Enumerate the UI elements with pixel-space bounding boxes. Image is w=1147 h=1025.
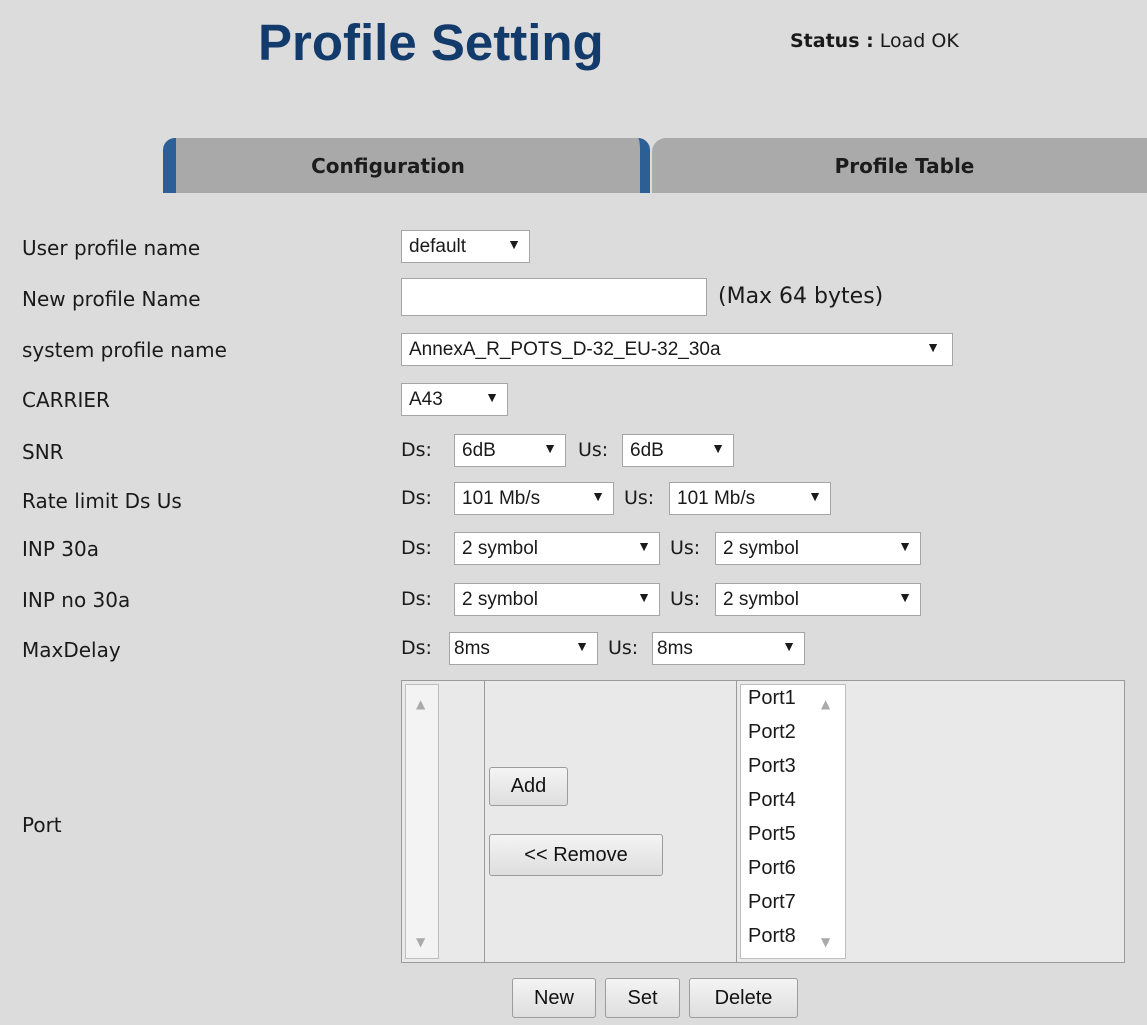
list-item[interactable]: Port7 xyxy=(748,891,796,914)
carrier-value: A43 xyxy=(409,388,443,410)
chevron-down-icon: ▼ xyxy=(898,538,912,554)
delete-button[interactable]: Delete xyxy=(689,978,798,1018)
inp-30a-label: INP 30a xyxy=(22,537,99,561)
list-item[interactable]: Port2 xyxy=(748,721,796,744)
set-button[interactable]: Set xyxy=(605,978,680,1018)
user-profile-select[interactable]: default ▼ xyxy=(401,230,530,263)
system-profile-select[interactable]: AnnexA_R_POTS_D-32_EU-32_30a ▼ xyxy=(401,333,953,366)
list-item[interactable]: Port8 xyxy=(748,925,796,948)
inp30a-us-label: Us: xyxy=(670,537,701,559)
delay-us-select[interactable]: 8ms ▼ xyxy=(652,632,805,665)
snr-us-select[interactable]: 6dB ▼ xyxy=(622,434,734,467)
tab-configuration-label: Configuration xyxy=(311,153,465,178)
carrier-select[interactable]: A43 ▼ xyxy=(401,383,508,416)
tab-profile-table-label: Profile Table xyxy=(834,153,975,178)
chevron-down-icon: ▼ xyxy=(782,638,796,654)
available-ports-list[interactable]: ▲ ▼ xyxy=(405,684,439,959)
chevron-down-icon: ▼ xyxy=(926,339,940,355)
carrier-label: CARRIER xyxy=(22,388,110,412)
chevron-down-icon: ▼ xyxy=(711,440,725,456)
inpno30a-us-label: Us: xyxy=(670,588,701,610)
inpno30a-ds-label: Ds: xyxy=(401,588,432,610)
snr-ds-select[interactable]: 6dB ▼ xyxy=(454,434,566,467)
new-button[interactable]: New xyxy=(512,978,596,1018)
delay-us-value: 8ms xyxy=(657,637,693,659)
rate-limit-label: Rate limit Ds Us xyxy=(22,489,182,513)
list-item[interactable]: Port3 xyxy=(748,755,796,778)
chevron-down-icon: ▼ xyxy=(898,589,912,605)
list-item[interactable]: Port4 xyxy=(748,789,796,812)
delay-ds-value: 8ms xyxy=(454,637,490,659)
delay-us-label: Us: xyxy=(608,637,639,659)
inp30a-us-value: 2 symbol xyxy=(723,537,800,559)
inp30a-ds-value: 2 symbol xyxy=(462,537,539,559)
system-profile-value: AnnexA_R_POTS_D-32_EU-32_30a xyxy=(409,338,721,360)
divider xyxy=(484,680,485,963)
user-profile-value: default xyxy=(409,235,467,257)
chevron-down-icon: ▼ xyxy=(637,589,651,605)
inpno30a-ds-select[interactable]: 2 symbol ▼ xyxy=(454,583,660,616)
new-profile-hint: (Max 64 bytes) xyxy=(718,284,884,309)
selected-ports-list[interactable]: Port1 Port2 Port3 Port4 Port5 Port6 Port… xyxy=(740,684,846,959)
chevron-down-icon: ▼ xyxy=(543,440,557,456)
scroll-up-icon[interactable]: ▲ xyxy=(416,697,425,711)
new-profile-label: New profile Name xyxy=(22,287,201,311)
rate-us-value: 101 Mb/s xyxy=(677,487,756,509)
system-profile-label: system profile name xyxy=(22,338,227,362)
chevron-down-icon: ▼ xyxy=(591,488,605,504)
status-text: Status : Load OK xyxy=(790,30,959,52)
tab-configuration[interactable]: Configuration xyxy=(163,138,650,193)
inp30a-us-select[interactable]: 2 symbol ▼ xyxy=(715,532,921,565)
inp30a-ds-select[interactable]: 2 symbol ▼ xyxy=(454,532,660,565)
status-key: Status : xyxy=(790,30,874,52)
list-item[interactable]: Port1 xyxy=(748,687,796,710)
rate-us-select[interactable]: 101 Mb/s ▼ xyxy=(669,482,831,515)
rate-ds-value: 101 Mb/s xyxy=(462,487,541,509)
tab-profile-table[interactable]: Profile Table xyxy=(652,138,1147,193)
rate-us-label: Us: xyxy=(624,487,655,509)
inpno30a-us-value: 2 symbol xyxy=(723,588,800,610)
snr-ds-label: Ds: xyxy=(401,439,432,461)
list-item[interactable]: Port5 xyxy=(748,823,796,846)
remove-button[interactable]: << Remove xyxy=(489,834,663,876)
chevron-down-icon: ▼ xyxy=(637,538,651,554)
snr-ds-value: 6dB xyxy=(462,439,496,461)
inp30a-ds-label: Ds: xyxy=(401,537,432,559)
user-profile-label: User profile name xyxy=(22,236,201,260)
inpno30a-ds-value: 2 symbol xyxy=(462,588,539,610)
max-delay-label: MaxDelay xyxy=(22,638,121,662)
delay-ds-select[interactable]: 8ms ▼ xyxy=(449,632,598,665)
snr-us-value: 6dB xyxy=(630,439,664,461)
inp-no-30a-label: INP no 30a xyxy=(22,588,131,612)
page-title: Profile Setting xyxy=(258,14,604,71)
port-label: Port xyxy=(22,813,62,837)
chevron-down-icon: ▼ xyxy=(507,236,521,252)
inpno30a-us-select[interactable]: 2 symbol ▼ xyxy=(715,583,921,616)
chevron-down-icon: ▼ xyxy=(808,488,822,504)
scroll-down-icon[interactable]: ▼ xyxy=(821,935,830,949)
list-item[interactable]: Port6 xyxy=(748,857,796,880)
chevron-down-icon: ▼ xyxy=(575,638,589,654)
add-button[interactable]: Add xyxy=(489,767,568,806)
status-value: Load OK xyxy=(879,30,959,52)
rate-ds-select[interactable]: 101 Mb/s ▼ xyxy=(454,482,614,515)
divider xyxy=(736,680,737,963)
scroll-down-icon[interactable]: ▼ xyxy=(416,935,425,949)
new-profile-input[interactable] xyxy=(401,278,707,316)
snr-label: SNR xyxy=(22,440,64,464)
rate-ds-label: Ds: xyxy=(401,487,432,509)
scroll-up-icon[interactable]: ▲ xyxy=(821,697,830,711)
delay-ds-label: Ds: xyxy=(401,637,432,659)
snr-us-label: Us: xyxy=(578,439,609,461)
chevron-down-icon: ▼ xyxy=(485,389,499,405)
